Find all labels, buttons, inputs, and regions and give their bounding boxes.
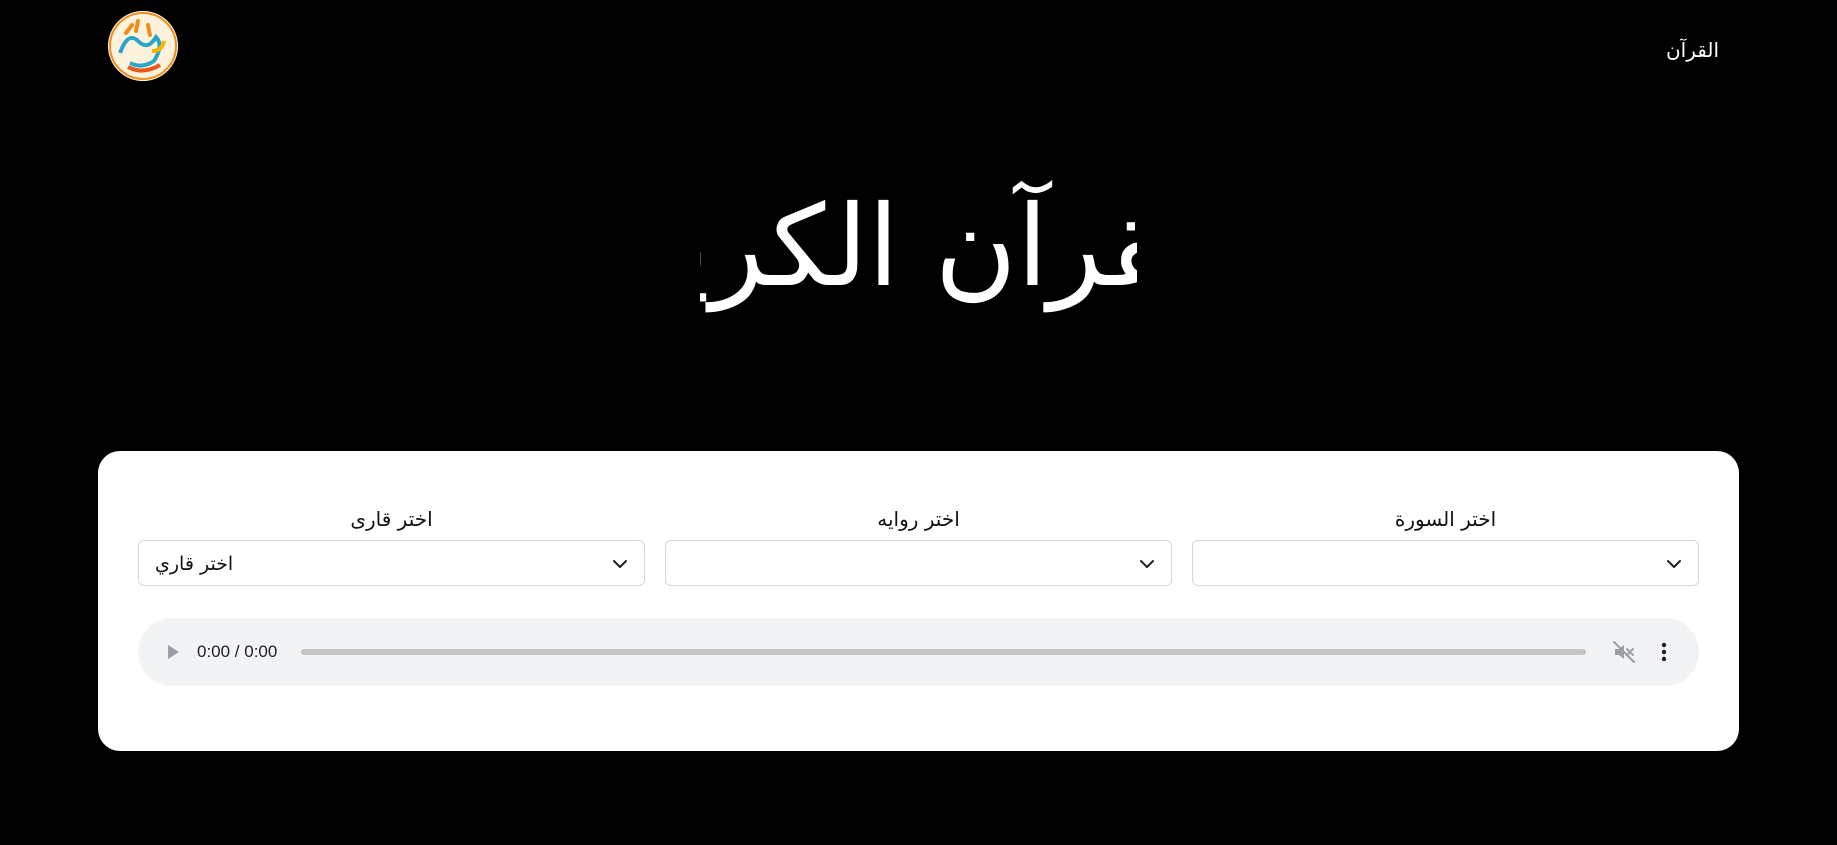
quran-calligraphy-logo-icon (108, 11, 178, 81)
audio-progress-bar[interactable] (301, 649, 1586, 655)
surah-field: اختر السورة (1192, 506, 1699, 586)
player-card: اختر السورة اختر روايه اختر قارى اختر قا… (98, 451, 1739, 751)
chevron-down-icon (1667, 560, 1681, 568)
riwaya-field: اختر روايه (665, 506, 1172, 586)
surah-label: اختر السورة (1394, 507, 1497, 531)
surah-select[interactable] (1192, 540, 1699, 586)
reciter-select-value: اختر قاري (155, 553, 234, 575)
top-navbar: القرآن (0, 0, 1837, 100)
more-vert-icon[interactable] (1652, 640, 1676, 664)
hero-calligraphy: القرآن الكريم (700, 120, 1137, 370)
mute-icon[interactable] (1612, 640, 1636, 664)
selectors-row: اختر السورة اختر روايه اختر قارى اختر قا… (138, 506, 1699, 586)
site-logo[interactable] (108, 11, 178, 81)
hero-calligraphy-text: القرآن الكريم (700, 179, 1137, 313)
riwaya-select[interactable] (665, 540, 1172, 586)
audio-player[interactable]: 0:00 / 0:00 (138, 618, 1699, 686)
play-icon[interactable] (160, 640, 184, 664)
reciter-select[interactable]: اختر قاري (138, 540, 645, 586)
reciter-label: اختر قارى (350, 507, 433, 531)
chevron-down-icon (613, 560, 627, 568)
chevron-down-icon (1140, 560, 1154, 568)
nav-link-quran[interactable]: القرآن (1666, 38, 1719, 62)
riwaya-label: اختر روايه (877, 507, 960, 531)
audio-time: 0:00 / 0:00 (197, 642, 278, 661)
reciter-field: اختر قارى اختر قاري (138, 506, 645, 586)
